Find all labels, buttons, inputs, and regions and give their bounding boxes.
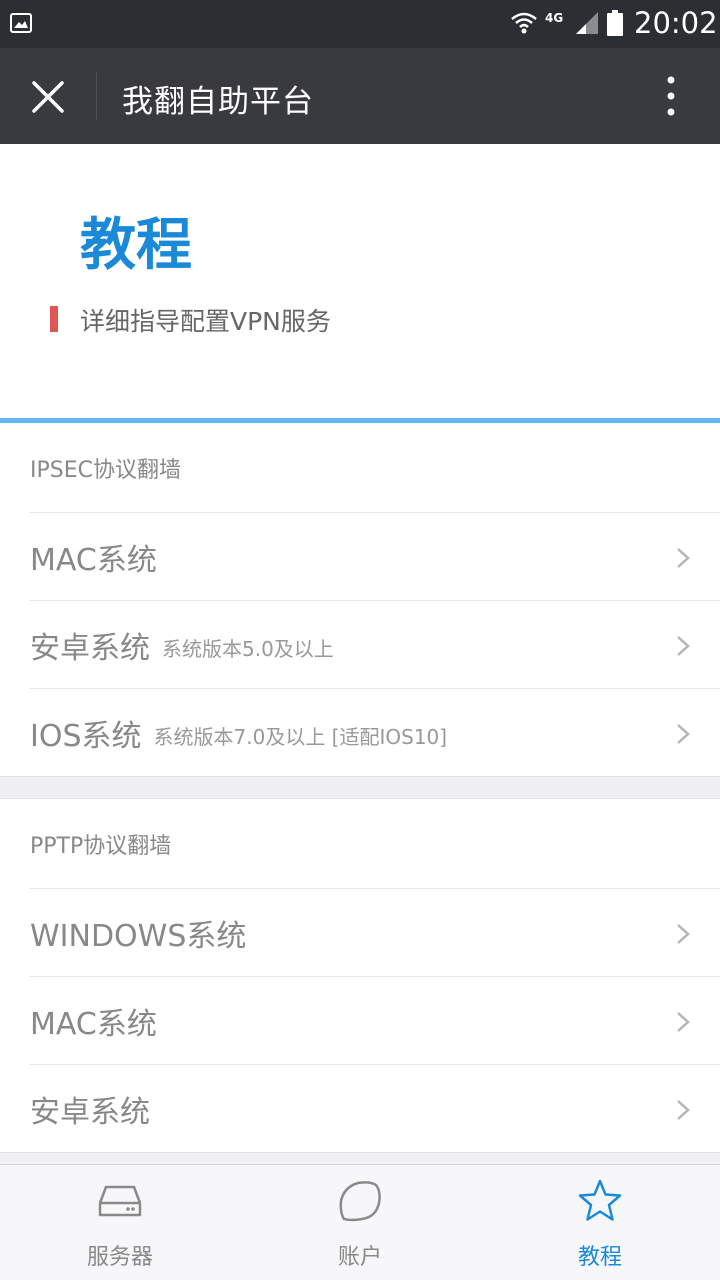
chevron-right-icon [677,724,690,744]
gallery-icon [10,13,32,33]
tab-label: 服务器 [86,1245,153,1270]
item-label: WINDOWS系统 [30,918,247,954]
wifi-icon [511,12,537,34]
network-type: 4G [545,11,564,25]
battery-icon [607,10,623,36]
item-note: 系统版本7.0及以上 [适配IOS10] [153,725,448,749]
chevron-right-icon [677,1100,690,1120]
bottom-tab-bar: 服务器 账户 教程 [0,1164,720,1280]
app-bar: 我翻自助平台 [0,48,720,144]
section-header: IPSEC协议翻墙 [30,423,720,513]
app-bar-divider [96,72,97,120]
subtitle-marker [50,306,58,332]
chevron-right-icon [677,636,690,656]
item-label: 安卓系统 [30,1094,150,1130]
item-label: MAC系统 [30,1006,157,1042]
item-label: 安卓系统 [30,630,150,666]
hero-subtitle: 详细指导配置VPN服务 [80,307,331,336]
status-bar: 4G 20:02 [0,0,720,48]
hero-title: 教程 [80,213,192,278]
tab-server[interactable]: 服务器 [0,1165,240,1280]
more-options-icon[interactable] [656,74,686,118]
list-item-ipsec-ios[interactable]: IOS系统 系统版本7.0及以上 [适配IOS10] [0,689,720,777]
chevron-right-icon [677,924,690,944]
item-label: MAC系统 [30,542,157,578]
signal-icon [576,12,598,34]
item-label: IOS系统 [30,718,142,754]
tab-label: 账户 [337,1245,382,1270]
tab-label: 教程 [577,1245,622,1270]
list-item-pptp-windows[interactable]: WINDOWS系统 [30,889,720,977]
page-title: 我翻自助平台 [122,84,314,120]
item-note: 系统版本5.0及以上 [162,637,334,661]
section-pptp: PPTP协议翻墙 WINDOWS系统 MAC系统 安卓系统 [0,798,720,1153]
star-icon [578,1179,622,1221]
hero-banner: 教程 详细指导配置VPN服务 [0,144,720,423]
list-item-pptp-android[interactable]: 安卓系统 [0,1065,720,1153]
tab-account[interactable]: 账户 [240,1165,480,1280]
list-item-ipsec-android[interactable]: 安卓系统 系统版本5.0及以上 [30,601,720,689]
section-header: PPTP协议翻墙 [30,799,720,889]
list-item-ipsec-mac[interactable]: MAC系统 [30,513,720,601]
server-icon [98,1185,142,1217]
list-item-pptp-mac[interactable]: MAC系统 [30,977,720,1065]
close-icon[interactable] [30,79,66,115]
clock: 20:02 [634,6,718,40]
tab-tutorial[interactable]: 教程 [480,1165,720,1280]
chevron-right-icon [677,1012,690,1032]
chevron-right-icon [677,548,690,568]
section-ipsec: IPSEC协议翻墙 MAC系统 安卓系统 系统版本5.0及以上 IOS系统 系统… [0,423,720,777]
account-icon [339,1181,381,1222]
content-area[interactable]: 教程 详细指导配置VPN服务 IPSEC协议翻墙 MAC系统 安卓系统 系统版本… [0,144,720,1164]
